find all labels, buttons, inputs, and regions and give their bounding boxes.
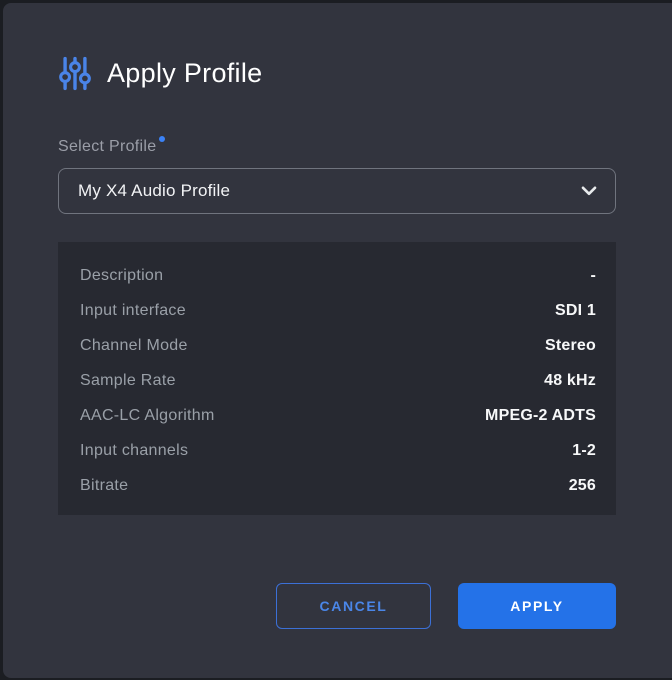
detail-label: Sample Rate	[80, 372, 176, 390]
detail-label: Channel Mode	[80, 337, 188, 355]
detail-value: MPEG-2 ADTS	[485, 407, 596, 425]
detail-value: 256	[569, 477, 596, 495]
detail-row-sample-rate: Sample Rate 48 kHz	[80, 363, 596, 398]
chevron-down-icon	[581, 186, 597, 196]
detail-value: 1-2	[572, 442, 596, 460]
detail-row-aac-lc-algorithm: AAC-LC Algorithm MPEG-2 ADTS	[80, 398, 596, 433]
profile-select-value: My X4 Audio Profile	[78, 181, 230, 201]
dialog-title: Apply Profile	[107, 58, 262, 89]
select-profile-label: Select Profile	[58, 136, 616, 156]
detail-row-input-channels: Input channels 1-2	[80, 433, 596, 468]
detail-value: SDI 1	[555, 302, 596, 320]
detail-row-channel-mode: Channel Mode Stereo	[80, 328, 596, 363]
detail-label: Input interface	[80, 302, 186, 320]
apply-button[interactable]: APPLY	[458, 583, 616, 629]
detail-row-description: Description -	[80, 258, 596, 293]
detail-row-input-interface: Input interface SDI 1	[80, 293, 596, 328]
detail-label: Bitrate	[80, 477, 128, 495]
sliders-icon	[58, 55, 92, 92]
dialog-actions: CANCEL APPLY	[58, 583, 616, 629]
cancel-button[interactable]: CANCEL	[276, 583, 431, 629]
detail-value: 48 kHz	[544, 372, 596, 390]
detail-label: Description	[80, 267, 163, 285]
detail-value: -	[590, 267, 596, 285]
detail-row-bitrate: Bitrate 256	[80, 468, 596, 503]
detail-value: Stereo	[545, 337, 596, 355]
detail-label: Input channels	[80, 442, 188, 460]
required-indicator	[159, 136, 165, 142]
profile-details-panel: Description - Input interface SDI 1 Chan…	[58, 242, 616, 515]
dialog-header: Apply Profile	[58, 55, 616, 92]
profile-select[interactable]: My X4 Audio Profile	[58, 168, 616, 214]
apply-profile-dialog: Apply Profile Select Profile My X4 Audio…	[3, 3, 672, 678]
detail-label: AAC-LC Algorithm	[80, 407, 215, 425]
